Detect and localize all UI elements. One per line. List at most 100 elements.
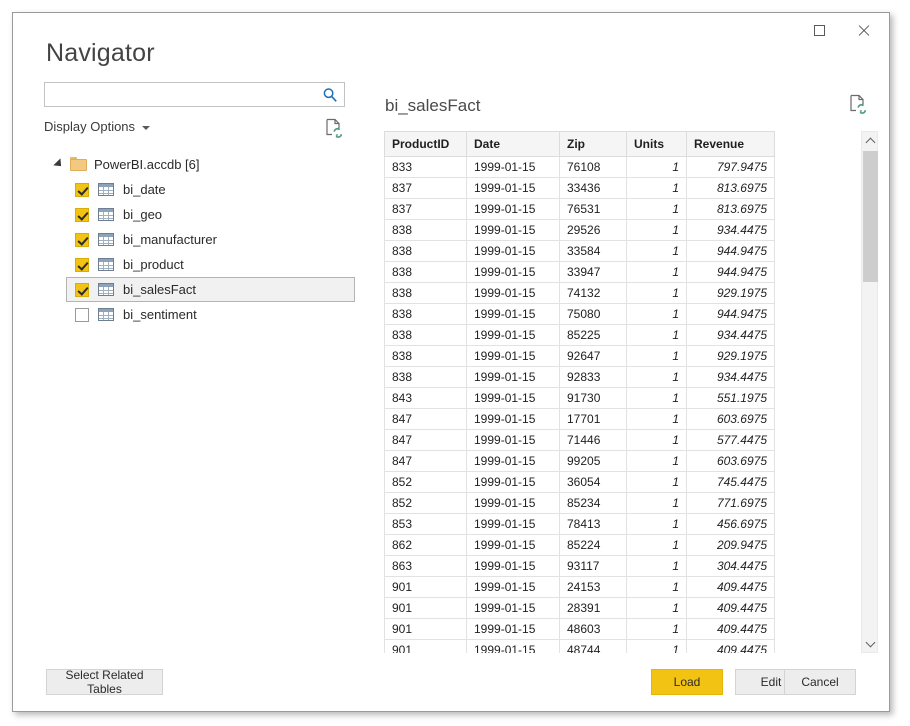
table-cell-zip: 93117 <box>559 555 627 577</box>
table-cell-units: 1 <box>626 261 687 283</box>
navigator-dialog: Navigator Display Options PowerBI.accdb … <box>12 12 890 712</box>
table-cell-productid: 901 <box>384 576 467 598</box>
checkbox[interactable] <box>75 207 89 222</box>
checkbox[interactable] <box>75 307 89 322</box>
table-icon <box>98 233 114 246</box>
table-cell-revenue: 934.4475 <box>686 366 775 388</box>
table-row: 847 1999-01-15 17701 1 603.6975 <box>384 408 775 430</box>
refresh-icon[interactable] <box>324 118 344 139</box>
table-cell-zip: 85225 <box>559 324 627 346</box>
table-cell-date: 1999-01-15 <box>466 156 560 178</box>
select-related-tables-button[interactable]: Select Related Tables <box>46 668 163 696</box>
table-cell-zip: 76531 <box>559 198 627 220</box>
close-icon <box>857 24 870 37</box>
tree-item-bi-sentiment[interactable]: bi_sentiment <box>66 302 355 327</box>
checkbox[interactable] <box>75 257 89 272</box>
display-options-label: Display Options <box>44 119 136 134</box>
tree-item-bi-salesfact[interactable]: bi_salesFact <box>66 277 355 302</box>
table-cell-productid: 847 <box>384 450 467 472</box>
table-cell-zip: 99205 <box>559 450 627 472</box>
table-cell-zip: 78413 <box>559 513 627 535</box>
table-cell-productid: 847 <box>384 429 467 451</box>
load-button[interactable]: Load <box>651 669 723 695</box>
table-cell-units: 1 <box>626 597 687 619</box>
table-row: 838 1999-01-15 33947 1 944.9475 <box>384 261 775 283</box>
column-header-units[interactable]: Units <box>626 131 687 157</box>
table-cell-zip: 74132 <box>559 282 627 304</box>
checkbox[interactable] <box>75 182 89 197</box>
table-cell-date: 1999-01-15 <box>466 534 560 556</box>
table-cell-productid: 901 <box>384 639 467 653</box>
search-icon[interactable] <box>322 87 338 103</box>
table-cell-productid: 838 <box>384 240 467 262</box>
table-cell-zip: 85234 <box>559 492 627 514</box>
display-options-button[interactable]: Display Options <box>44 119 151 134</box>
refresh-preview-icon[interactable] <box>848 94 868 115</box>
column-header-revenue[interactable]: Revenue <box>686 131 775 157</box>
table-cell-zip: 92833 <box>559 366 627 388</box>
column-header-zip[interactable]: Zip <box>559 131 627 157</box>
table-row: 838 1999-01-15 75080 1 944.9475 <box>384 303 775 325</box>
table-cell-date: 1999-01-15 <box>466 261 560 283</box>
table-cell-date: 1999-01-15 <box>466 198 560 220</box>
table-cell-productid: 838 <box>384 282 467 304</box>
scrollbar-thumb[interactable] <box>863 151 878 282</box>
table-icon <box>98 183 114 196</box>
tree-item-bi-date[interactable]: bi_date <box>66 177 355 202</box>
scroll-up-button[interactable] <box>862 132 879 149</box>
table-cell-productid: 838 <box>384 345 467 367</box>
column-header-productid[interactable]: ProductID <box>384 131 467 157</box>
table-cell-zip: 28391 <box>559 597 627 619</box>
column-header-date[interactable]: Date <box>466 131 560 157</box>
tree-item-bi-product[interactable]: bi_product <box>66 252 355 277</box>
table-cell-productid: 863 <box>384 555 467 577</box>
search-box[interactable] <box>44 82 345 107</box>
table-cell-units: 1 <box>626 387 687 409</box>
tree-item-bi-manufacturer[interactable]: bi_manufacturer <box>66 227 355 252</box>
screen: Navigator Display Options PowerBI.accdb … <box>0 0 910 726</box>
folder-icon <box>70 157 87 171</box>
table-row: 862 1999-01-15 85224 1 209.9475 <box>384 534 775 556</box>
table-cell-date: 1999-01-15 <box>466 408 560 430</box>
tree-item-label: bi_geo <box>123 207 163 222</box>
table-cell-units: 1 <box>626 576 687 598</box>
table-cell-units: 1 <box>626 156 687 178</box>
table-cell-zip: 48603 <box>559 618 627 640</box>
table-cell-revenue: 577.4475 <box>686 429 775 451</box>
tree-item-bi-geo[interactable]: bi_geo <box>66 202 355 227</box>
close-button[interactable] <box>841 15 885 45</box>
table-cell-date: 1999-01-15 <box>466 282 560 304</box>
table-header-row: ProductID Date Zip Units Revenue <box>384 131 775 157</box>
chevron-up-icon <box>865 137 876 147</box>
cancel-button[interactable]: Cancel <box>784 669 856 695</box>
table-cell-revenue: 944.9475 <box>686 261 775 283</box>
table-cell-date: 1999-01-15 <box>466 366 560 388</box>
expander-icon[interactable] <box>53 158 65 170</box>
preview-vertical-scrollbar[interactable] <box>861 131 878 653</box>
table-cell-date: 1999-01-15 <box>466 324 560 346</box>
maximize-button[interactable] <box>797 15 841 45</box>
table-cell-zip: 33947 <box>559 261 627 283</box>
search-input[interactable] <box>50 84 322 105</box>
preview-table-body: 833 1999-01-15 76108 1 797.9475 837 1999-01-15… <box>384 156 775 653</box>
checkbox[interactable] <box>75 282 89 297</box>
table-cell-productid: 837 <box>384 177 467 199</box>
scroll-down-button[interactable] <box>862 635 879 652</box>
preview-table: ProductID Date Zip Units Revenue 833 1999… <box>384 131 775 653</box>
table-icon <box>98 308 114 321</box>
table-cell-zip: 29526 <box>559 219 627 241</box>
table-cell-revenue: 929.1975 <box>686 282 775 304</box>
table-row: 901 1999-01-15 48744 1 409.4475 <box>384 639 775 653</box>
preview-grid-wrapper: ProductID Date Zip Units Revenue 833 1999… <box>384 131 878 653</box>
table-cell-productid: 852 <box>384 492 467 514</box>
table-cell-revenue: 409.4475 <box>686 618 775 640</box>
tree-root-powerbi-accdb[interactable]: PowerBI.accdb [6] <box>44 151 355 177</box>
table-cell-units: 1 <box>626 303 687 325</box>
table-cell-date: 1999-01-15 <box>466 429 560 451</box>
table-cell-productid: 838 <box>384 261 467 283</box>
table-cell-units: 1 <box>626 366 687 388</box>
table-cell-zip: 75080 <box>559 303 627 325</box>
checkbox[interactable] <box>75 232 89 247</box>
object-tree: PowerBI.accdb [6] bi_date bi_geo bi_manu… <box>44 151 355 327</box>
table-icon <box>98 258 114 271</box>
